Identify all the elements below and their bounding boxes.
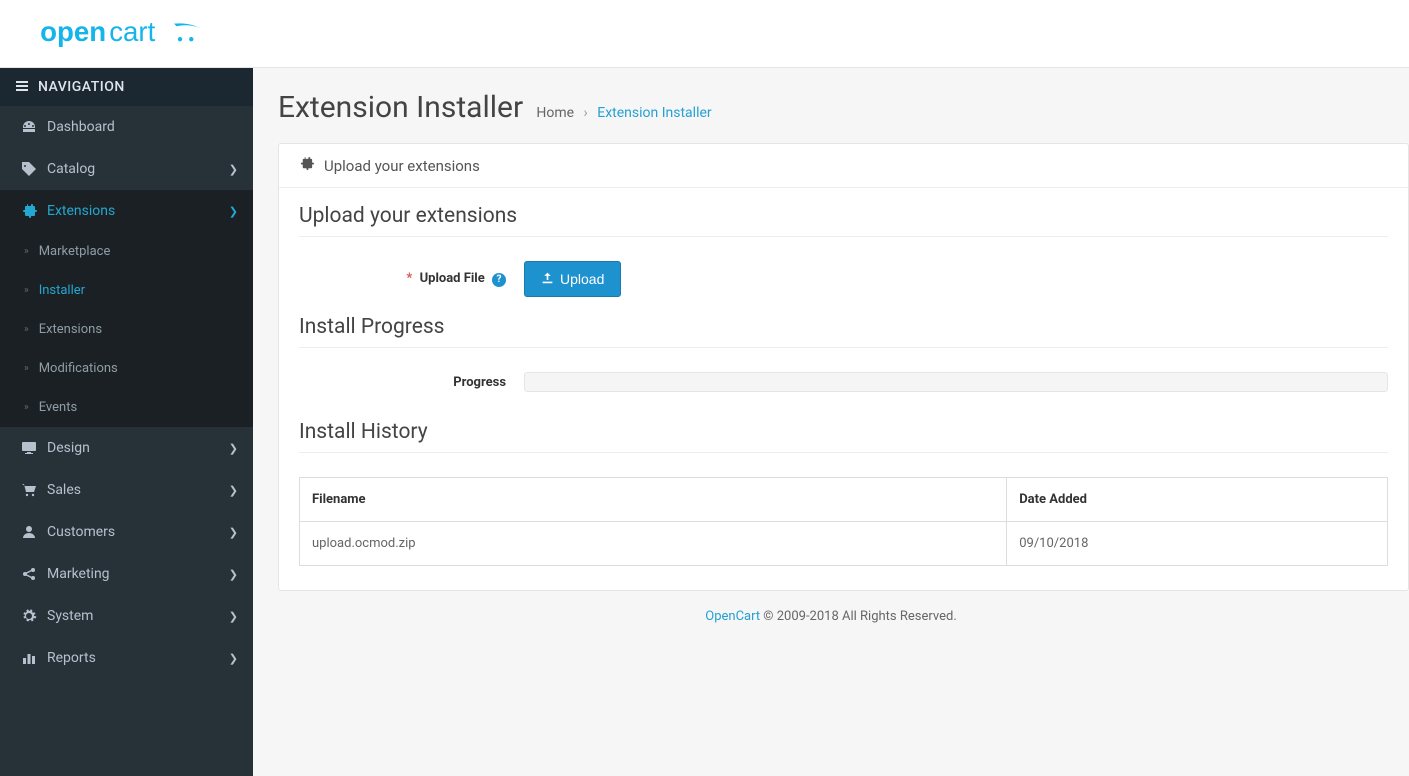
chevron-right-icon: ❯ xyxy=(229,484,238,497)
sidebar-item-label: Sales xyxy=(47,482,81,498)
panel: Upload your extensions Upload your exten… xyxy=(278,143,1409,591)
cog-icon xyxy=(15,608,43,624)
chevron-right-icon: ❯ xyxy=(229,568,238,581)
user-icon xyxy=(15,524,43,540)
sidebar: NAVIGATION Dashboard Catalog ❯ Extension… xyxy=(0,68,253,776)
page-title: Extension Installer xyxy=(278,90,523,125)
sidebar-subitem-label: Modifications xyxy=(39,361,118,376)
cell-filename: upload.ocmod.zip xyxy=(300,522,1007,566)
sidebar-item-label: Extensions xyxy=(47,203,115,219)
sidebar-item-dashboard[interactable]: Dashboard xyxy=(0,106,253,148)
sidebar-item-label: Design xyxy=(47,440,90,456)
upload-icon xyxy=(541,271,554,287)
breadcrumb: Home › Extension Installer xyxy=(536,105,711,121)
puzzle-icon xyxy=(299,156,314,175)
sidebar-subitem-installer[interactable]: » Installer xyxy=(0,271,253,310)
sidebar-item-label: Reports xyxy=(47,650,96,666)
sidebar-subitem-label: Marketplace xyxy=(39,244,111,259)
puzzle-icon xyxy=(15,203,43,219)
svg-text:open: open xyxy=(40,15,106,46)
top-header: open cart xyxy=(0,0,1409,68)
progress-bar xyxy=(524,372,1388,392)
sidebar-subitem-label: Events xyxy=(39,400,77,415)
section-title-upload: Upload your extensions xyxy=(299,204,1388,237)
sidebar-subitem-marketplace[interactable]: » Marketplace xyxy=(0,232,253,271)
sidebar-item-label: Marketing xyxy=(47,566,110,582)
upload-file-label: * Upload File ? xyxy=(299,261,524,297)
chevron-right-icon: ❯ xyxy=(229,205,238,218)
sidebar-subitem-modifications[interactable]: » Modifications xyxy=(0,349,253,388)
chevron-right-icon: ❯ xyxy=(229,526,238,539)
required-asterisk: * xyxy=(406,271,412,286)
sidebar-subitem-label: Extensions xyxy=(39,322,102,337)
sidebar-subitem-label: Installer xyxy=(39,283,85,298)
sidebar-item-label: System xyxy=(47,608,93,624)
footer-text: © 2009-2018 All Rights Reserved. xyxy=(760,609,957,624)
sidebar-item-marketing[interactable]: Marketing ❯ xyxy=(0,553,253,595)
bar-chart-icon xyxy=(15,650,43,666)
cart-icon xyxy=(15,482,43,498)
svg-text:cart: cart xyxy=(109,15,155,46)
sidebar-item-extensions[interactable]: Extensions ❯ xyxy=(0,190,253,232)
breadcrumb-home[interactable]: Home xyxy=(536,105,574,121)
sidebar-item-design[interactable]: Design ❯ xyxy=(0,427,253,469)
sidebar-item-sales[interactable]: Sales ❯ xyxy=(0,469,253,511)
nav-header-label: NAVIGATION xyxy=(38,79,125,95)
table-row: upload.ocmod.zip 09/10/2018 xyxy=(300,522,1388,566)
table-header-date: Date Added xyxy=(1007,478,1388,522)
breadcrumb-separator: › xyxy=(584,105,588,121)
chevron-right-icon: ❯ xyxy=(229,163,238,176)
install-history-table: Filename Date Added upload.ocmod.zip 09/… xyxy=(299,477,1388,566)
double-chevron-icon: » xyxy=(24,324,29,335)
cell-date: 09/10/2018 xyxy=(1007,522,1388,566)
sidebar-item-customers[interactable]: Customers ❯ xyxy=(0,511,253,553)
hamburger-icon xyxy=(16,79,28,95)
tag-icon xyxy=(15,161,43,177)
page-header: Extension Installer Home › Extension Ins… xyxy=(253,68,1409,143)
help-icon[interactable]: ? xyxy=(492,273,506,287)
dashboard-icon xyxy=(15,119,43,135)
chevron-right-icon: ❯ xyxy=(229,442,238,455)
sidebar-item-label: Dashboard xyxy=(47,119,115,135)
logo[interactable]: open cart xyxy=(0,0,253,68)
double-chevron-icon: » xyxy=(24,402,29,413)
section-title-progress: Install Progress xyxy=(299,315,1388,348)
sidebar-item-label: Catalog xyxy=(47,161,95,177)
sidebar-subitem-events[interactable]: » Events xyxy=(0,388,253,427)
chevron-right-icon: ❯ xyxy=(229,610,238,623)
footer-link[interactable]: OpenCart xyxy=(705,609,760,624)
main-content: Extension Installer Home › Extension Ins… xyxy=(253,68,1409,776)
sidebar-item-system[interactable]: System ❯ xyxy=(0,595,253,637)
progress-label: Progress xyxy=(299,375,524,390)
double-chevron-icon: » xyxy=(24,285,29,296)
double-chevron-icon: » xyxy=(24,363,29,374)
sidebar-item-label: Customers xyxy=(47,524,115,540)
panel-heading: Upload your extensions xyxy=(279,144,1408,188)
panel-heading-label: Upload your extensions xyxy=(324,157,480,175)
footer: OpenCart © 2009-2018 All Rights Reserved… xyxy=(253,591,1409,642)
sidebar-subitem-extensions[interactable]: » Extensions xyxy=(0,310,253,349)
sidebar-item-catalog[interactable]: Catalog ❯ xyxy=(0,148,253,190)
share-icon xyxy=(15,566,43,582)
chevron-right-icon: ❯ xyxy=(229,652,238,665)
sidebar-item-reports[interactable]: Reports ❯ xyxy=(0,637,253,679)
section-title-history: Install History xyxy=(299,420,1388,453)
double-chevron-icon: » xyxy=(24,246,29,257)
desktop-icon xyxy=(15,440,43,456)
upload-button-label: Upload xyxy=(560,271,604,287)
table-header-filename: Filename xyxy=(300,478,1007,522)
nav-header: NAVIGATION xyxy=(0,68,253,106)
breadcrumb-current[interactable]: Extension Installer xyxy=(597,105,711,121)
upload-button[interactable]: Upload xyxy=(524,261,621,297)
